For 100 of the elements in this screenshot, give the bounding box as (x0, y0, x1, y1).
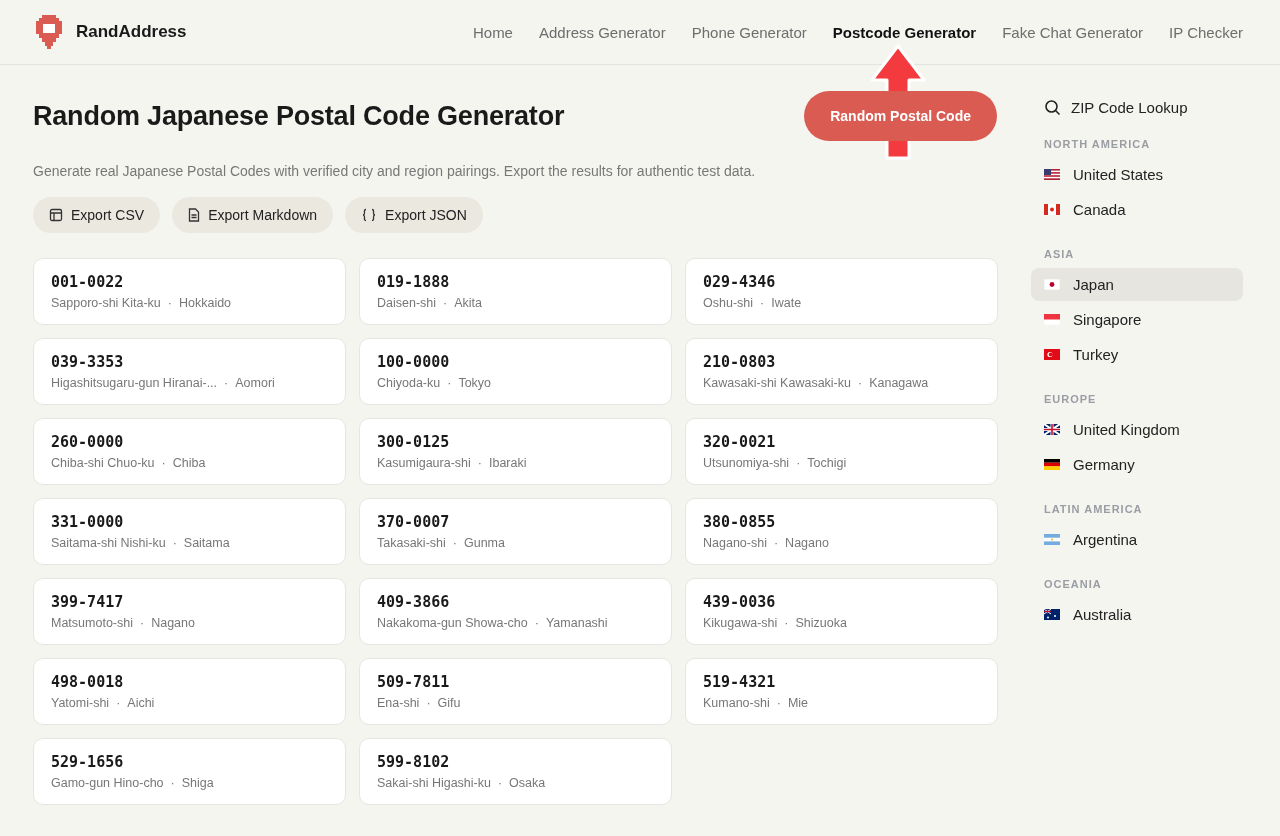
country-link[interactable]: Japan (1031, 268, 1243, 301)
country-link[interactable]: Turkey (1031, 338, 1243, 371)
country-link[interactable]: United Kingdom (1031, 413, 1243, 446)
region-name: Gifu (437, 696, 461, 710)
country-link[interactable]: Germany (1031, 448, 1243, 481)
country-link[interactable]: Australia (1031, 598, 1243, 631)
postal-code: 300-0125 (377, 433, 451, 451)
country-link[interactable]: Canada (1031, 193, 1243, 226)
document-icon (188, 208, 201, 222)
export-button[interactable]: Export CSV (33, 197, 161, 233)
zip-code-lookup-link[interactable]: ZIP Code Lookup (1031, 99, 1243, 116)
region-name: Mie (787, 696, 809, 710)
postal-code: 409-3866 (377, 593, 451, 611)
city-name: Kawasaki-shi Kawasaki-ku (703, 376, 851, 390)
city-name: Oshu-shi (703, 296, 754, 310)
region-name: Yamanashi (545, 616, 608, 630)
postal-code: 260-0000 (51, 433, 125, 451)
city-name: Daisen-shi (377, 296, 437, 310)
city-name: Takasaki-shi (377, 536, 446, 550)
region-heading: LATIN AMERICA (1043, 503, 1144, 515)
separator-dot: · (452, 536, 457, 550)
separator-dot: · (167, 296, 172, 310)
flag-icon (1044, 534, 1060, 545)
postal-code: 019-1888 (377, 273, 451, 291)
postal-code: 498-0018 (51, 673, 125, 691)
map-pin-logo-icon (36, 15, 62, 49)
flag-icon (1044, 424, 1060, 435)
nav-link[interactable]: Fake Chat Generator (1002, 23, 1144, 41)
flag-icon (1044, 204, 1060, 215)
region-name: Nagano (785, 536, 829, 550)
city-name: Sakai-shi Higashi-ku (377, 776, 491, 790)
country-link[interactable]: Singapore (1031, 303, 1243, 336)
region-name: Saitama (183, 536, 230, 550)
city-name: Kikugawa-shi (703, 616, 778, 630)
city-name: Nakakoma-gun Showa-cho (377, 616, 528, 630)
separator-dot: · (776, 696, 781, 710)
flag-icon (1044, 314, 1060, 325)
separator-dot: · (477, 456, 482, 470)
page-title: Random Japanese Postal Code Generator (33, 100, 565, 132)
city-name: Gamo-gun Hino-cho (51, 776, 164, 790)
postal-code: 001-0022 (51, 273, 125, 291)
flag-icon (1044, 169, 1060, 180)
region-name: Ibaraki (488, 456, 527, 470)
separator-dot: · (447, 376, 452, 390)
nav-link[interactable]: Phone Generator (691, 23, 807, 41)
region-name: Hokkaido (178, 296, 232, 310)
region-heading: NORTH AMERICA (1043, 138, 1152, 150)
separator-dot: · (796, 456, 801, 470)
region-name: Tochigi (807, 456, 847, 470)
country-link[interactable]: Argentina (1031, 523, 1243, 556)
nav-link[interactable]: Postcode Generator (832, 23, 977, 41)
separator-dot: · (784, 616, 789, 630)
postal-code: 029-4346 (703, 273, 777, 291)
city-name: Utsunomiya-shi (703, 456, 790, 470)
region-name: Shizuoka (795, 616, 847, 630)
separator-dot: · (443, 296, 448, 310)
city-name: Sapporo-shi Kita-ku (51, 296, 161, 310)
postal-code: 439-0036 (703, 593, 777, 611)
region-name: Aomori (235, 376, 275, 390)
separator-dot: · (760, 296, 765, 310)
nav-link[interactable]: Home (472, 23, 513, 41)
postal-code: 039-3353 (51, 353, 125, 371)
separator-dot: · (773, 536, 779, 550)
export-button[interactable]: Export Markdown (172, 197, 334, 233)
region-name: Chiba (172, 456, 206, 470)
separator-dot: · (497, 776, 503, 790)
brand-name: RandAddress (76, 22, 187, 42)
city-name: Kumano-shi (703, 696, 770, 710)
postal-code: 399-7417 (51, 593, 125, 611)
city-name: Chiba-shi Chuo-ku (51, 456, 155, 470)
separator-dot: · (116, 696, 121, 710)
region-name: Akita (454, 296, 483, 310)
postal-code: 529-1656 (51, 753, 125, 771)
city-name: Ena-shi (377, 696, 420, 710)
city-name: Saitama-shi Nishi-ku (51, 536, 166, 550)
random-postal-code-button[interactable]: Random Postal Code (804, 91, 997, 141)
search-icon (1044, 99, 1061, 116)
flag-icon (1044, 279, 1060, 290)
nav-link[interactable]: Address Generator (538, 23, 666, 41)
flag-icon (1044, 349, 1060, 360)
country-link[interactable]: United States (1031, 158, 1243, 191)
region-name: Aichi (127, 696, 155, 710)
postal-code: 519-4321 (703, 673, 777, 691)
region-name: Shiga (181, 776, 214, 790)
separator-dot: · (858, 376, 863, 390)
separator-dot: · (224, 376, 229, 390)
nav-link[interactable]: IP Checker (1169, 23, 1243, 41)
region-heading: ASIA (1043, 248, 1076, 260)
separator-dot: · (161, 456, 166, 470)
export-button[interactable]: Export JSON (345, 197, 483, 233)
region-name: Tokyo (458, 376, 492, 390)
postal-code: 509-7811 (377, 673, 451, 691)
postal-code: 331-0000 (51, 513, 125, 531)
city-name: Nagano-shi (703, 536, 767, 550)
city-name: Matsumoto-shi (51, 616, 133, 630)
city-name: Kasumigaura-shi (377, 456, 471, 470)
city-name: Chiyoda-ku (377, 376, 441, 390)
braces-icon (361, 208, 378, 222)
region-heading: EUROPE (1043, 393, 1098, 405)
separator-dot: · (534, 616, 539, 630)
